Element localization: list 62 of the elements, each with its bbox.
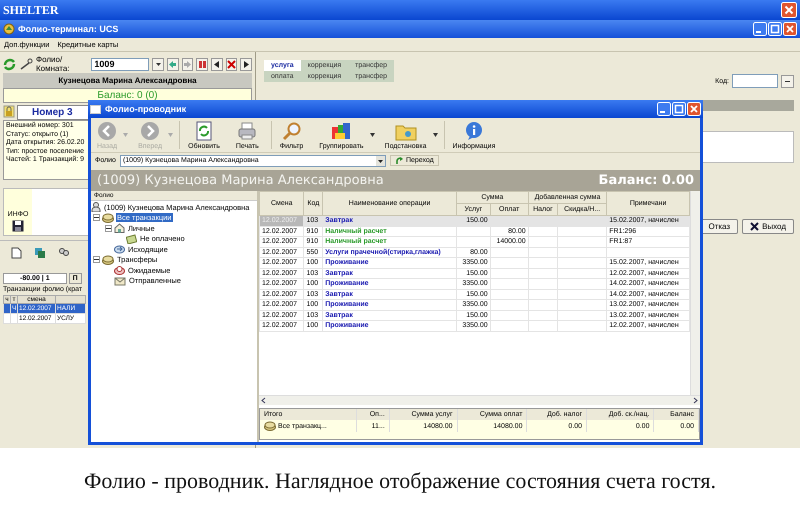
minus-icon	[94, 215, 99, 220]
coins-icon	[102, 212, 114, 223]
minus-icon	[94, 257, 99, 262]
button[interactable]: Выход	[742, 219, 794, 234]
collapse-toggle[interactable]	[93, 214, 100, 222]
minus-icon	[106, 226, 111, 231]
app-icon	[3, 23, 15, 35]
button[interactable]: Отказ	[700, 219, 738, 234]
scroll-left-icon[interactable]	[259, 396, 268, 405]
code-field[interactable]	[732, 74, 778, 88]
coins-icon	[102, 254, 114, 265]
previous-icon	[212, 60, 222, 68]
lock-icon	[3, 105, 15, 118]
horizontal-scrollbar[interactable]	[259, 395, 700, 405]
arrow-right-icon	[183, 60, 192, 68]
window-title: Фолио-терминал: UCS	[18, 24, 118, 34]
guest-name: Кузнецова Марина Александровна	[3, 73, 252, 88]
scroll-right-icon[interactable]	[691, 396, 700, 405]
colored-blocks-icon	[330, 120, 352, 140]
dropdown-arrow-icon[interactable]	[370, 133, 375, 137]
field-label: Фолио/Комната:	[36, 55, 71, 73]
minimize-icon[interactable]	[657, 102, 671, 116]
caption-text: Фолио - проводник. Наглядное отображение состояния счета гостя.	[84, 468, 716, 494]
arrow-right-button[interactable]	[182, 58, 194, 70]
collapse-toggle[interactable]	[105, 224, 112, 232]
collapse-toggle[interactable]	[93, 256, 100, 264]
maximize-icon[interactable]	[672, 102, 686, 116]
close-icon[interactable]	[781, 2, 797, 18]
delete-icon	[227, 60, 236, 68]
next-button[interactable]	[240, 58, 252, 70]
next-icon	[242, 60, 251, 68]
key-icon[interactable]	[19, 58, 33, 70]
vertical-scrollbar[interactable]	[690, 191, 700, 395]
dropdown-arrow-icon[interactable]	[432, 133, 438, 137]
info-icon	[464, 120, 484, 140]
close-icon[interactable]	[687, 102, 701, 116]
previous-button[interactable]	[211, 58, 223, 70]
close-icon[interactable]	[783, 22, 797, 36]
app-title: SHELTER	[3, 2, 59, 18]
banknote-icon	[126, 234, 137, 244]
magnifier-icon	[282, 120, 302, 140]
house-icon	[114, 223, 125, 234]
dropdown-button[interactable]	[152, 58, 164, 70]
arrow-left-icon	[168, 60, 178, 68]
copy-icon[interactable]	[34, 247, 46, 259]
maximize-icon[interactable]	[768, 22, 782, 36]
window-title: Фолио-проводник	[105, 104, 186, 114]
delete-button[interactable]	[226, 58, 238, 70]
refresh-icon[interactable]	[3, 58, 16, 70]
person-icon	[91, 202, 101, 212]
refresh-icon	[196, 120, 212, 140]
printer-icon	[237, 120, 258, 140]
balance-label: Баланс: 0.00	[598, 173, 694, 188]
guest-name: (1009) Кузнецова Марина Александровна	[97, 173, 384, 188]
minimize-icon[interactable]	[753, 22, 767, 36]
ellipsis-button[interactable]	[781, 74, 794, 88]
document-icon[interactable]	[10, 247, 22, 259]
coins-icon	[264, 421, 276, 431]
redo-arrow-icon	[394, 156, 404, 165]
room-field[interactable]: 1009	[91, 58, 150, 70]
window-icon	[90, 104, 101, 114]
close-icon	[750, 222, 760, 231]
